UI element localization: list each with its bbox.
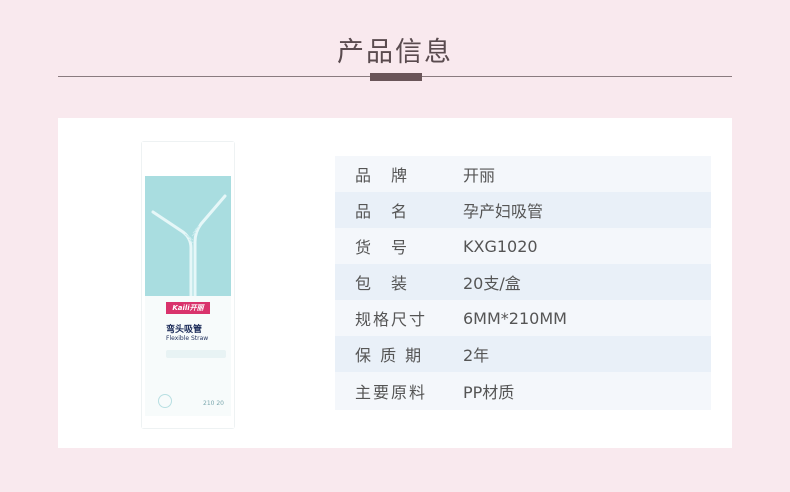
spec-label: 品 牌	[355, 166, 410, 185]
spec-value: 孕产妇吸管	[463, 202, 544, 221]
spec-label: 货 号	[355, 238, 410, 257]
spec-value: 6MM*210MM	[463, 308, 567, 328]
spec-row-material: 主要原料 PP材质	[335, 372, 711, 410]
spec-value: 开丽	[463, 166, 496, 185]
package-size-text: 210 20	[203, 400, 224, 407]
spec-label: 包 装	[355, 274, 410, 293]
package-name-cn: 弯头吸管	[166, 325, 203, 335]
product-package-image: Kaili开丽 弯头吸管 Flexible Straw 210 20	[142, 142, 234, 428]
spec-value: 20支/盒	[463, 274, 521, 293]
product-info-card: Kaili开丽 弯头吸管 Flexible Straw 210 20 品 牌 开…	[58, 118, 732, 448]
spec-value: PP材质	[463, 383, 515, 402]
brand-logo: Kaili开丽	[166, 302, 210, 314]
spec-label: 品 名	[355, 202, 410, 221]
spec-row-size: 规格尺寸 6MM*210MM	[335, 300, 711, 336]
spec-value: KXG1020	[463, 236, 538, 256]
spec-label: 保 质 期	[355, 346, 424, 365]
spec-row-packaging: 包 装 20支/盒	[335, 264, 711, 300]
header-accent-bar	[370, 73, 422, 81]
package-info-pill	[166, 350, 226, 358]
spec-table: 品 牌 开丽 品 名 孕产妇吸管 货 号 KXG1020 包 装 20支/盒 规…	[335, 156, 711, 410]
spec-row-shelf-life: 保 质 期 2年	[335, 336, 711, 372]
package-top-seal	[142, 142, 234, 176]
straw-illustration	[151, 194, 227, 298]
page-title: 产品信息	[337, 37, 453, 68]
package-seal-icon	[158, 394, 172, 408]
spec-value: 2年	[463, 346, 490, 365]
spec-label: 规格尺寸	[355, 310, 428, 329]
package-bottom-seal	[142, 416, 234, 428]
spec-row-brand: 品 牌 开丽	[335, 156, 711, 192]
package-blue-panel	[145, 176, 231, 298]
spec-row-sku: 货 号 KXG1020	[335, 228, 711, 264]
spec-label: 主要原料	[355, 383, 428, 402]
spec-row-name: 品 名 孕产妇吸管	[335, 192, 711, 228]
package-name-en: Flexible Straw	[166, 335, 209, 342]
